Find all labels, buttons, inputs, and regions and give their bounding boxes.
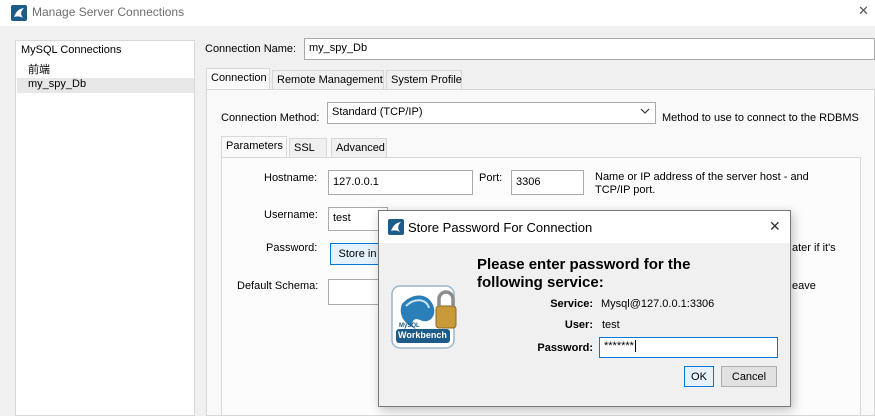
tab-remote-management[interactable]: Remote Management — [272, 70, 384, 90]
dialog-password-value: ******* — [604, 340, 634, 352]
connection-method-hint: Method to use to connect to the RDBMS — [662, 112, 859, 124]
workbench-app-icon — [11, 5, 27, 21]
tab-parameters[interactable]: Parameters — [221, 136, 287, 158]
store-password-dialog: Store Password For Connection ✕ MySQL Wo… — [378, 210, 791, 407]
dialog-title-bar: Store Password For Connection ✕ — [379, 211, 790, 243]
hostname-label: Hostname: — [264, 172, 318, 184]
service-label: Service: — [550, 298, 593, 310]
logo-mysql-text: MySQL — [399, 323, 420, 329]
connection-method-select[interactable]: Standard (TCP/IP) — [327, 102, 656, 124]
window-title: Manage Server Connections — [32, 5, 185, 19]
logo-workbench-text: Workbench — [398, 330, 447, 340]
window-close-icon[interactable]: ✕ — [858, 3, 869, 19]
dialog-password-label: Password: — [537, 342, 593, 354]
port-label: Port: — [479, 172, 503, 184]
store-in-vault-button[interactable]: Store in — [330, 243, 385, 265]
connection-item-my-spy-db[interactable]: my_spy_Db — [17, 78, 194, 93]
service-value: Mysql@127.0.0.1:3306 — [601, 298, 715, 310]
user-label: User: — [564, 319, 593, 331]
password-hint-fragment: ater if it's — [792, 242, 836, 254]
password-label: Password: — [266, 242, 318, 254]
dialog-title: Store Password For Connection — [408, 220, 593, 235]
connection-method-value: Standard (TCP/IP) — [332, 106, 423, 118]
tab-system-profile[interactable]: System Profile — [386, 70, 462, 90]
port-input[interactable]: 3306 — [511, 170, 584, 195]
dialog-heading: Please enter password for the following … — [477, 256, 691, 291]
hostname-input[interactable]: 127.0.0.1 — [328, 170, 473, 195]
tab-ssl[interactable]: SSL — [289, 138, 327, 158]
tab-advanced[interactable]: Advanced — [331, 138, 387, 158]
default-schema-hint-fragment: eave — [792, 280, 816, 292]
connection-item-frontend[interactable]: 前端 — [28, 61, 50, 77]
hostname-hint: Name or IP address of the server host - … — [595, 171, 809, 196]
tab-connection[interactable]: Connection — [206, 68, 270, 90]
ok-button[interactable]: OK — [684, 366, 714, 387]
connection-name-label: Connection Name: — [205, 43, 297, 55]
cancel-button[interactable]: Cancel — [721, 366, 777, 387]
workbench-lock-logo: MySQL Workbench — [390, 284, 460, 352]
connection-name-input[interactable]: my_spy_Db — [304, 38, 875, 60]
window-title-bar: Manage Server Connections ✕ — [0, 0, 875, 26]
username-label: Username: — [264, 209, 318, 221]
chevron-down-icon — [640, 106, 650, 119]
user-value: test — [602, 319, 620, 331]
dialog-password-input[interactable]: ******* — [599, 337, 778, 358]
dialog-close-icon[interactable]: ✕ — [769, 218, 781, 235]
connection-method-label: Connection Method: — [221, 112, 320, 124]
text-cursor — [634, 340, 636, 352]
default-schema-label: Default Schema: — [237, 280, 319, 292]
connections-list: MySQL Connections 前端 my_spy_Db — [15, 40, 195, 416]
connections-list-header: MySQL Connections — [21, 44, 122, 56]
workbench-app-icon — [388, 219, 404, 235]
